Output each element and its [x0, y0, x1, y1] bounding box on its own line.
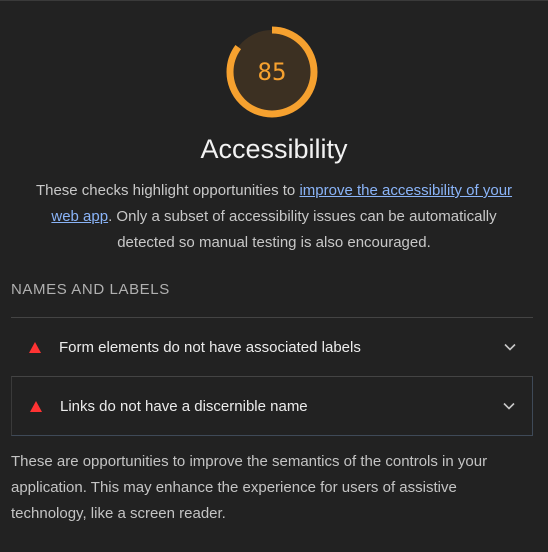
score-gauge[interactable]: 85: [226, 26, 318, 118]
category-description: These checks highlight opportunities to …: [28, 178, 520, 256]
category-title: Accessibility: [200, 134, 348, 164]
description-text-before: These checks highlight opportunities to: [35, 182, 300, 199]
fail-triangle-icon: [28, 398, 44, 414]
group-description: These are opportunities to improve the s…: [11, 453, 488, 522]
fail-triangle-icon: [27, 339, 43, 355]
audit-item-link-names[interactable]: Links do not have a discernible name: [11, 376, 533, 436]
chevron-down-icon[interactable]: [500, 397, 518, 415]
chevron-down-icon[interactable]: [501, 338, 519, 356]
audit-list: Form elements do not have associated lab…: [11, 317, 533, 436]
audit-label: Links do not have a discernible name: [60, 397, 308, 415]
group-title: NAMES AND LABELS: [11, 281, 170, 298]
score-value: 85: [257, 58, 287, 86]
top-border: [0, 0, 548, 1]
description-text-after: . Only a subset of accessibility issues …: [108, 208, 497, 251]
audit-item-form-labels[interactable]: Form elements do not have associated lab…: [11, 317, 533, 376]
audit-label: Form elements do not have associated lab…: [59, 338, 361, 356]
